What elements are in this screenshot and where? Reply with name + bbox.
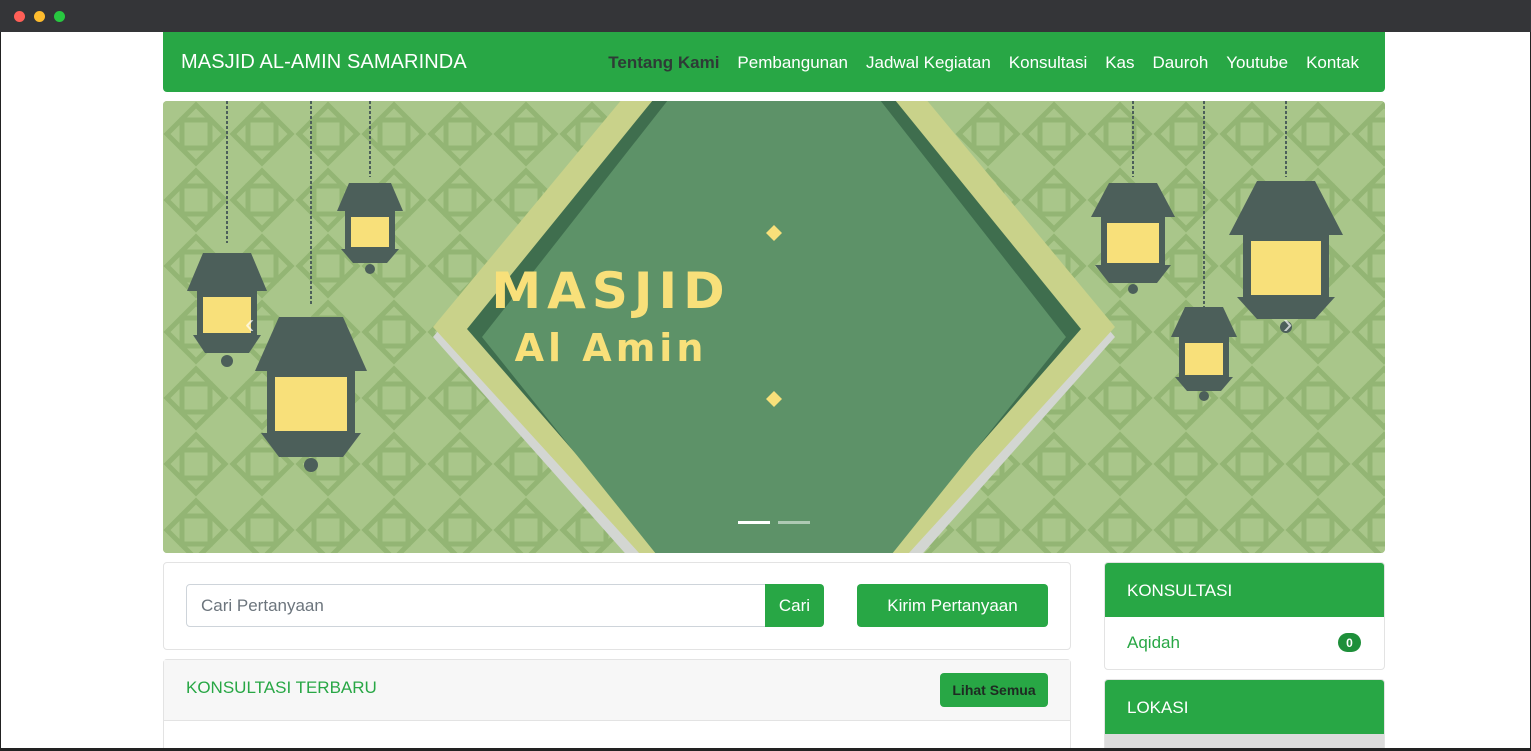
- hero-title-line1: MASJID: [491, 262, 731, 320]
- see-all-button[interactable]: Lihat Semua: [940, 673, 1048, 707]
- nav-item-jadwal-kegiatan[interactable]: Jadwal Kegiatan: [866, 53, 991, 73]
- navbar: MASJID AL-AMIN SAMARINDA Tentang Kami Pe…: [163, 32, 1385, 92]
- lokasi-card-title: LOKASI: [1127, 698, 1189, 717]
- konsultasi-card-header: KONSULTASI: [1105, 563, 1384, 617]
- lokasi-card-header: LOKASI: [1105, 680, 1384, 734]
- window-titlebar: [0, 0, 1531, 32]
- chevron-left-icon[interactable]: ‹: [245, 308, 254, 340]
- window-border-left: [0, 32, 1, 751]
- nav-item-pembangunan[interactable]: Pembangunan: [737, 53, 848, 73]
- hero-title-line2: Al Amin: [514, 326, 708, 370]
- carousel-indicator-1[interactable]: [738, 521, 770, 524]
- nav-item-tentang-kami[interactable]: Tentang Kami: [608, 53, 719, 73]
- close-window-icon[interactable]: [14, 11, 25, 22]
- maximize-window-icon[interactable]: [54, 11, 65, 22]
- site-brand[interactable]: MASJID AL-AMIN SAMARINDA: [181, 51, 467, 74]
- minimize-window-icon[interactable]: [34, 11, 45, 22]
- carousel-indicator-2[interactable]: [778, 521, 810, 524]
- hero-carousel: MASJID Al Amin: [163, 101, 1385, 553]
- nav-item-youtube[interactable]: Youtube: [1226, 53, 1288, 73]
- latest-consultation-title: KONSULTASI TERBARU: [186, 678, 377, 697]
- send-question-button[interactable]: Kirim Pertanyaan: [857, 584, 1048, 627]
- nav-item-kas[interactable]: Kas: [1105, 53, 1134, 73]
- search-input[interactable]: [186, 584, 766, 627]
- category-link-aqidah[interactable]: Aqidah: [1127, 633, 1180, 653]
- count-badge: 0: [1338, 633, 1361, 652]
- nav-item-kontak[interactable]: Kontak: [1306, 53, 1359, 73]
- nav-item-konsultasi[interactable]: Konsultasi: [1009, 53, 1087, 73]
- chevron-right-icon[interactable]: ›: [1283, 308, 1292, 340]
- search-button[interactable]: Cari: [765, 584, 824, 627]
- nav-menu: Tentang Kami Pembangunan Jadwal Kegiatan…: [608, 53, 1359, 73]
- konsultasi-card-title: KONSULTASI: [1127, 581, 1233, 600]
- nav-item-dauroh[interactable]: Dauroh: [1153, 53, 1209, 73]
